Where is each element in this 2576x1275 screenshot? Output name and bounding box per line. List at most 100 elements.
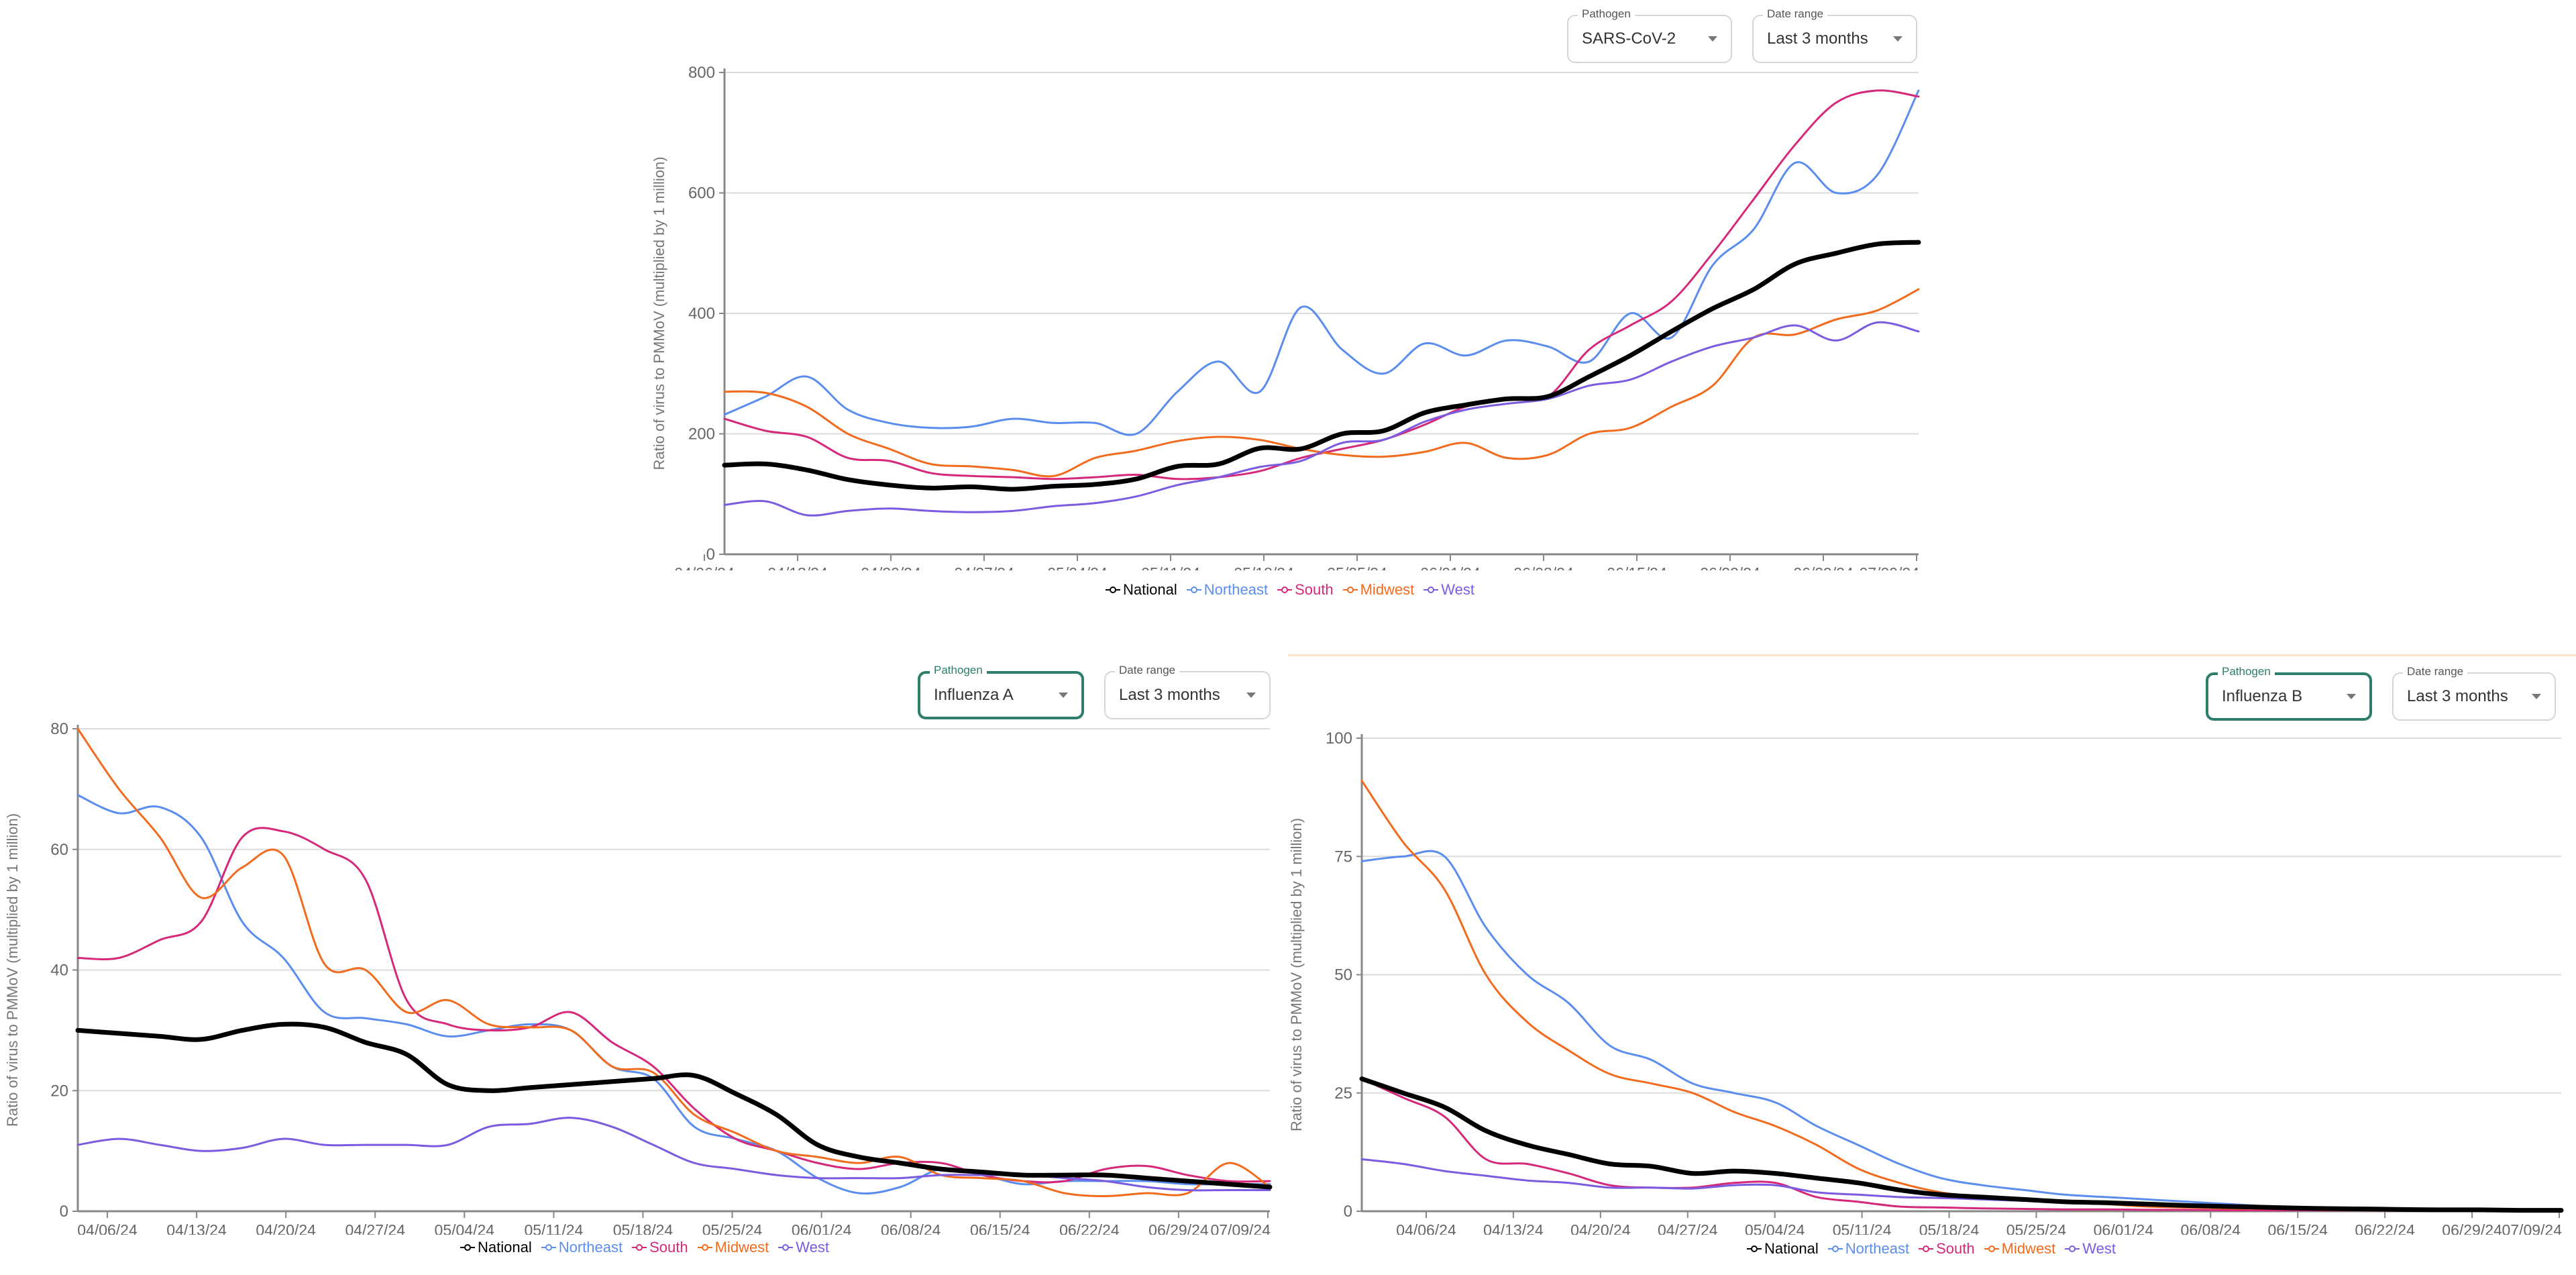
legend-label: National [1764, 1240, 1819, 1257]
legend-item-south[interactable]: South [1919, 1240, 1975, 1258]
legend-item-northeast[interactable]: Northeast [1186, 581, 1268, 599]
x-tick-label: 05/11/24 [1141, 564, 1200, 570]
chart-controls: Pathogen SARS-CoV-2 Date range Last 3 mo… [1567, 7, 1917, 63]
legend-marker-icon [1747, 1245, 1762, 1252]
x-tick-label: 04/20/24 [1570, 1221, 1631, 1235]
date-range-select[interactable]: Date range Last 3 months [1104, 663, 1271, 719]
legend-marker-icon [1106, 586, 1120, 593]
x-tick-label: 06/29/24 [2442, 1221, 2502, 1235]
pathogen-select[interactable]: Pathogen Influenza A [918, 663, 1084, 719]
legend-label: South [1295, 581, 1334, 598]
pathogen-label: Pathogen [1578, 7, 1635, 21]
pathogen-select[interactable]: Pathogen Influenza B [2206, 664, 2372, 721]
date-range-value: Last 3 months [1767, 30, 1868, 48]
legend-marker-icon [1277, 586, 1293, 593]
dropdown-caret-icon [1893, 36, 1902, 42]
legend-label: South [1936, 1240, 1975, 1257]
x-tick-label: 06/01/24 [2094, 1221, 2154, 1235]
legend-item-south[interactable]: South [1277, 581, 1334, 599]
y-tick-label: 100 [1326, 729, 1352, 748]
series-line-midwest[interactable] [723, 288, 1920, 478]
legend-marker-icon [632, 1244, 647, 1251]
legend-item-midwest[interactable]: Midwest [697, 1239, 769, 1256]
series-line-south[interactable] [1360, 1078, 2563, 1212]
y-tick-label: 40 [50, 962, 68, 980]
series-line-midwest[interactable] [76, 727, 1271, 1197]
legend-item-midwest[interactable]: Midwest [1984, 1240, 2055, 1258]
legend-label: South [649, 1239, 688, 1256]
legend-marker-icon [1984, 1245, 1999, 1252]
series-line-national[interactable] [1359, 1076, 2564, 1213]
x-tick-label: 06/08/24 [2181, 1221, 2241, 1235]
series-line-national[interactable] [75, 1021, 1273, 1190]
y-axis-title: Ratio of virus to PMMoV (multiplied by 1… [4, 813, 21, 1127]
legend-item-northeast[interactable]: Northeast [541, 1239, 623, 1256]
series-line-northeast[interactable] [1360, 850, 2563, 1211]
x-tick-label: 06/22/24 [1700, 564, 1760, 570]
x-tick-label: 07/09/24 [1859, 564, 1919, 570]
legend-label: Midwest [714, 1239, 769, 1256]
legend-item-midwest[interactable]: Midwest [1342, 581, 1415, 599]
legend-item-south[interactable]: South [632, 1239, 688, 1256]
legend-item-national[interactable]: National [460, 1239, 532, 1256]
x-tick-label: 05/25/24 [702, 1221, 763, 1235]
legend-marker-icon [1919, 1245, 1934, 1252]
y-tick-label: 0 [60, 1203, 68, 1221]
pathogen-value: Influenza A [934, 686, 1014, 704]
legend-item-west[interactable]: West [1424, 581, 1474, 599]
y-tick-label: 800 [688, 64, 715, 82]
date-range-select[interactable]: Date range Last 3 months [2392, 664, 2556, 721]
date-range-label: Date range [2403, 664, 2468, 679]
sars-cov-2-line-chart: 0 200 400 600 800 Ratio of virus to PMMoV (mu… [651, 64, 1921, 570]
x-tick-label: 04/27/24 [954, 564, 1014, 570]
date-range-select[interactable]: Date range Last 3 months [1752, 7, 1917, 63]
x-tick-label: 06/01/24 [1420, 564, 1481, 570]
y-axis-title: Ratio of virus to PMMoV (multiplied by 1… [651, 156, 667, 470]
legend-marker-icon [697, 1244, 712, 1251]
legend-label: West [796, 1239, 830, 1256]
legend-label: National [1123, 581, 1177, 598]
series-line-northeast[interactable] [723, 89, 1920, 436]
x-tick-label: 04/13/24 [767, 564, 828, 570]
dropdown-caret-icon [2347, 694, 2356, 699]
series-line-west[interactable] [76, 1117, 1271, 1192]
pathogen-select[interactable]: Pathogen SARS-CoV-2 [1567, 7, 1732, 63]
series-line-midwest[interactable] [1360, 779, 2563, 1212]
legend-item-northeast[interactable]: Northeast [1827, 1240, 1909, 1258]
x-tick-label: 05/18/24 [1919, 1221, 1980, 1235]
legend-marker-icon [1424, 586, 1439, 593]
legend-label: National [478, 1239, 532, 1256]
y-tick-label: 25 [1334, 1084, 1352, 1103]
x-tick-label: 04/27/24 [1658, 1221, 1718, 1235]
chart-controls: Pathogen Influenza A Date range Last 3 m… [918, 663, 1271, 719]
y-tick-label: 20 [50, 1082, 68, 1100]
x-tick-label: 06/22/24 [2355, 1221, 2415, 1235]
series-line-south[interactable] [723, 89, 1920, 480]
legend-label: Midwest [1360, 581, 1415, 598]
legend-marker-icon [460, 1244, 475, 1251]
pathogen-value: Influenza B [2222, 687, 2303, 705]
y-tick-label: 600 [688, 185, 715, 203]
date-range-label: Date range [1763, 7, 1828, 21]
legend-item-national[interactable]: National [1747, 1240, 1819, 1258]
legend-item-national[interactable]: National [1106, 581, 1177, 599]
legend-label: West [2082, 1240, 2116, 1257]
x-tick-label: 06/22/24 [1059, 1221, 1120, 1235]
dropdown-caret-icon [1708, 36, 1717, 42]
series-line-northeast[interactable] [76, 794, 1271, 1195]
series-line-south[interactable] [76, 827, 1271, 1184]
chart-controls: Pathogen Influenza B Date range Last 3 m… [2206, 664, 2556, 721]
legend-marker-icon [541, 1244, 556, 1251]
section-divider [1288, 654, 2576, 656]
y-tick-label: 75 [1334, 848, 1352, 866]
x-tick-label: 04/20/24 [861, 564, 921, 570]
pathogen-label: Pathogen [2218, 664, 2275, 679]
legend-item-west[interactable]: West [778, 1239, 829, 1256]
x-tick-label: 06/15/24 [2267, 1221, 2328, 1235]
dropdown-caret-icon [1246, 693, 1256, 698]
legend-item-west[interactable]: West [2065, 1240, 2116, 1258]
legend-marker-icon [2065, 1245, 2080, 1252]
pathogen-value: SARS-CoV-2 [1582, 30, 1676, 48]
y-tick-label: 0 [1344, 1203, 1352, 1221]
x-tick-label: 05/25/24 [2006, 1221, 2067, 1235]
